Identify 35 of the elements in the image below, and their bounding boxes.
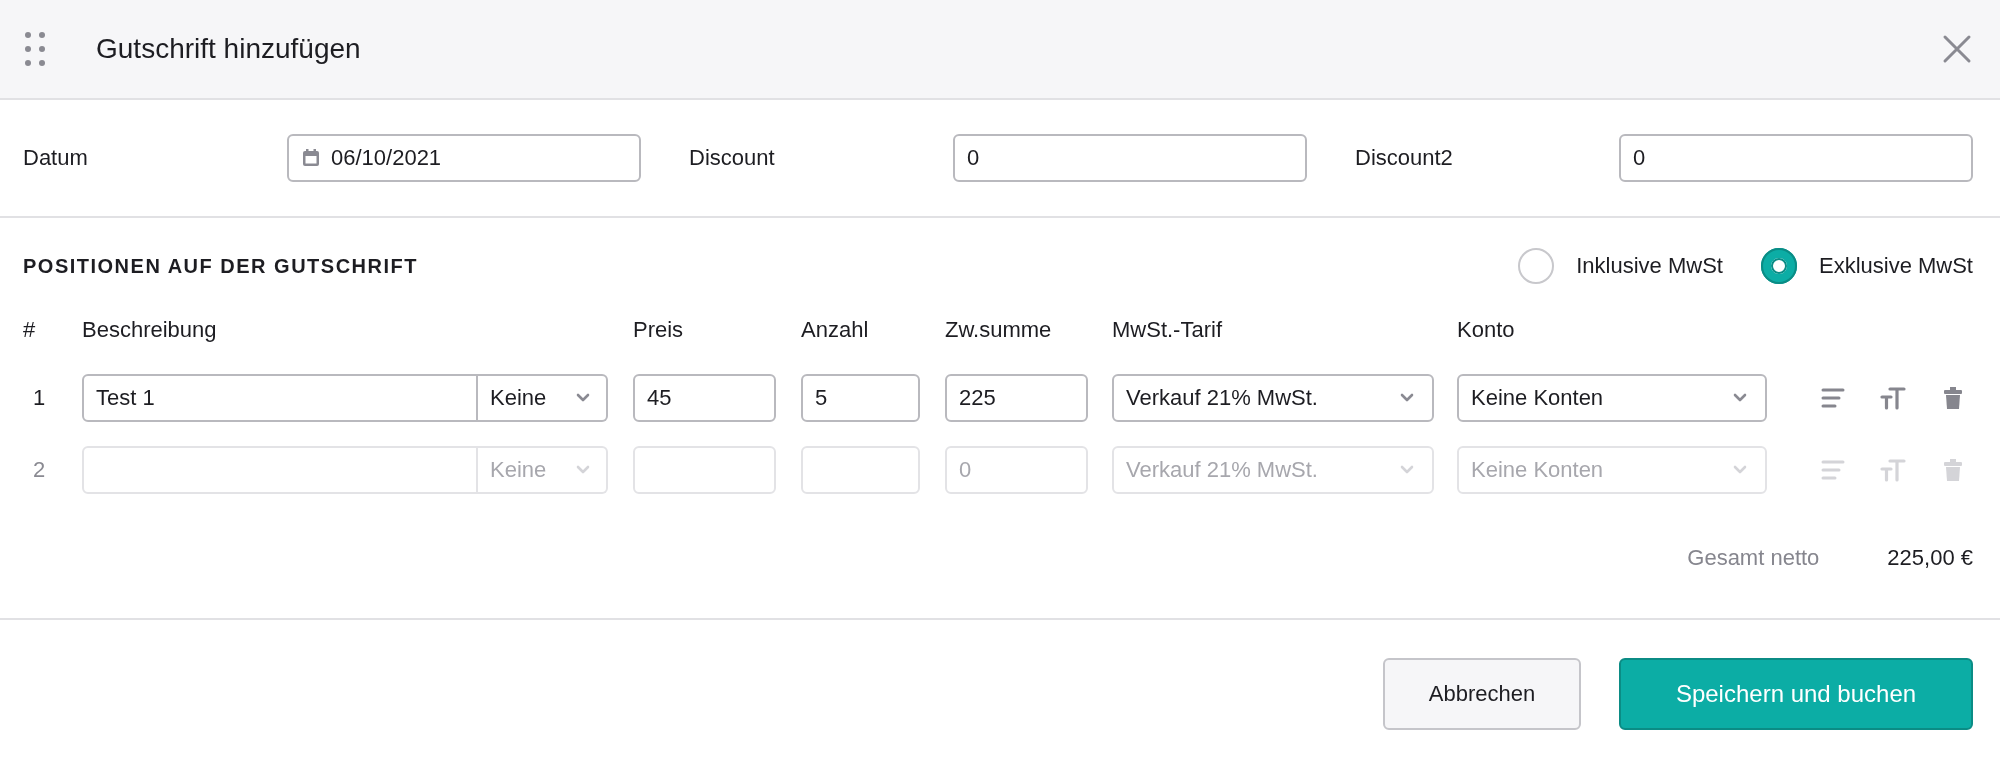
radio-button[interactable] [1760,248,1797,284]
text-size-icon[interactable] [1880,385,1906,411]
column-header: MwSt.-Tarif [1112,317,1223,343]
column-header: Preis [633,317,685,343]
cancel-button[interactable]: Abbrechen [1383,658,1581,730]
column-header: Beschreibung [82,317,218,343]
section-title: POSITIONEN AUF DER GUTSCHRIFT [23,254,419,278]
radio-label: Inklusive MwSt [1576,253,1723,279]
subtotal-field[interactable]: 225 [945,374,1088,422]
dialog-title: Gutschrift hinzufügen [96,33,362,65]
description-field[interactable]: Test 1 [82,374,478,422]
unit-dropdown[interactable]: Keine [478,374,608,422]
price-field[interactable]: 45 [633,374,776,422]
column-header: Zw.summe [945,317,1053,343]
account-dropdown[interactable]: Keine Konten [1457,374,1767,422]
radio-button[interactable] [1518,248,1555,284]
row-number: 1 [32,385,47,411]
date-field[interactable]: 06/10/2021 [287,134,641,182]
column-header: Anzahl [801,317,870,343]
radio-label: Exklusive MwSt [1818,253,1973,279]
column-header: # [23,317,37,343]
total-value: 225,00 € [1887,545,1973,571]
input-field[interactable]: 0 [1619,134,1973,182]
calendar-icon [301,148,321,168]
quantity-field[interactable]: 5 [801,374,920,422]
tax-rate-dropdown[interactable]: Verkauf 21% MwSt. [1112,374,1434,422]
field-label: Discount [689,145,776,171]
drag-handle-icon[interactable] [24,30,46,68]
total-label: Gesamt netto [1687,545,1820,571]
field-label: Datum [23,145,89,171]
input-field[interactable]: 0 [953,134,1307,182]
field-label: Discount2 [1355,145,1454,171]
row-number: 2 [32,457,47,483]
column-header: Konto [1457,317,1516,343]
close-icon[interactable] [1942,34,1972,64]
